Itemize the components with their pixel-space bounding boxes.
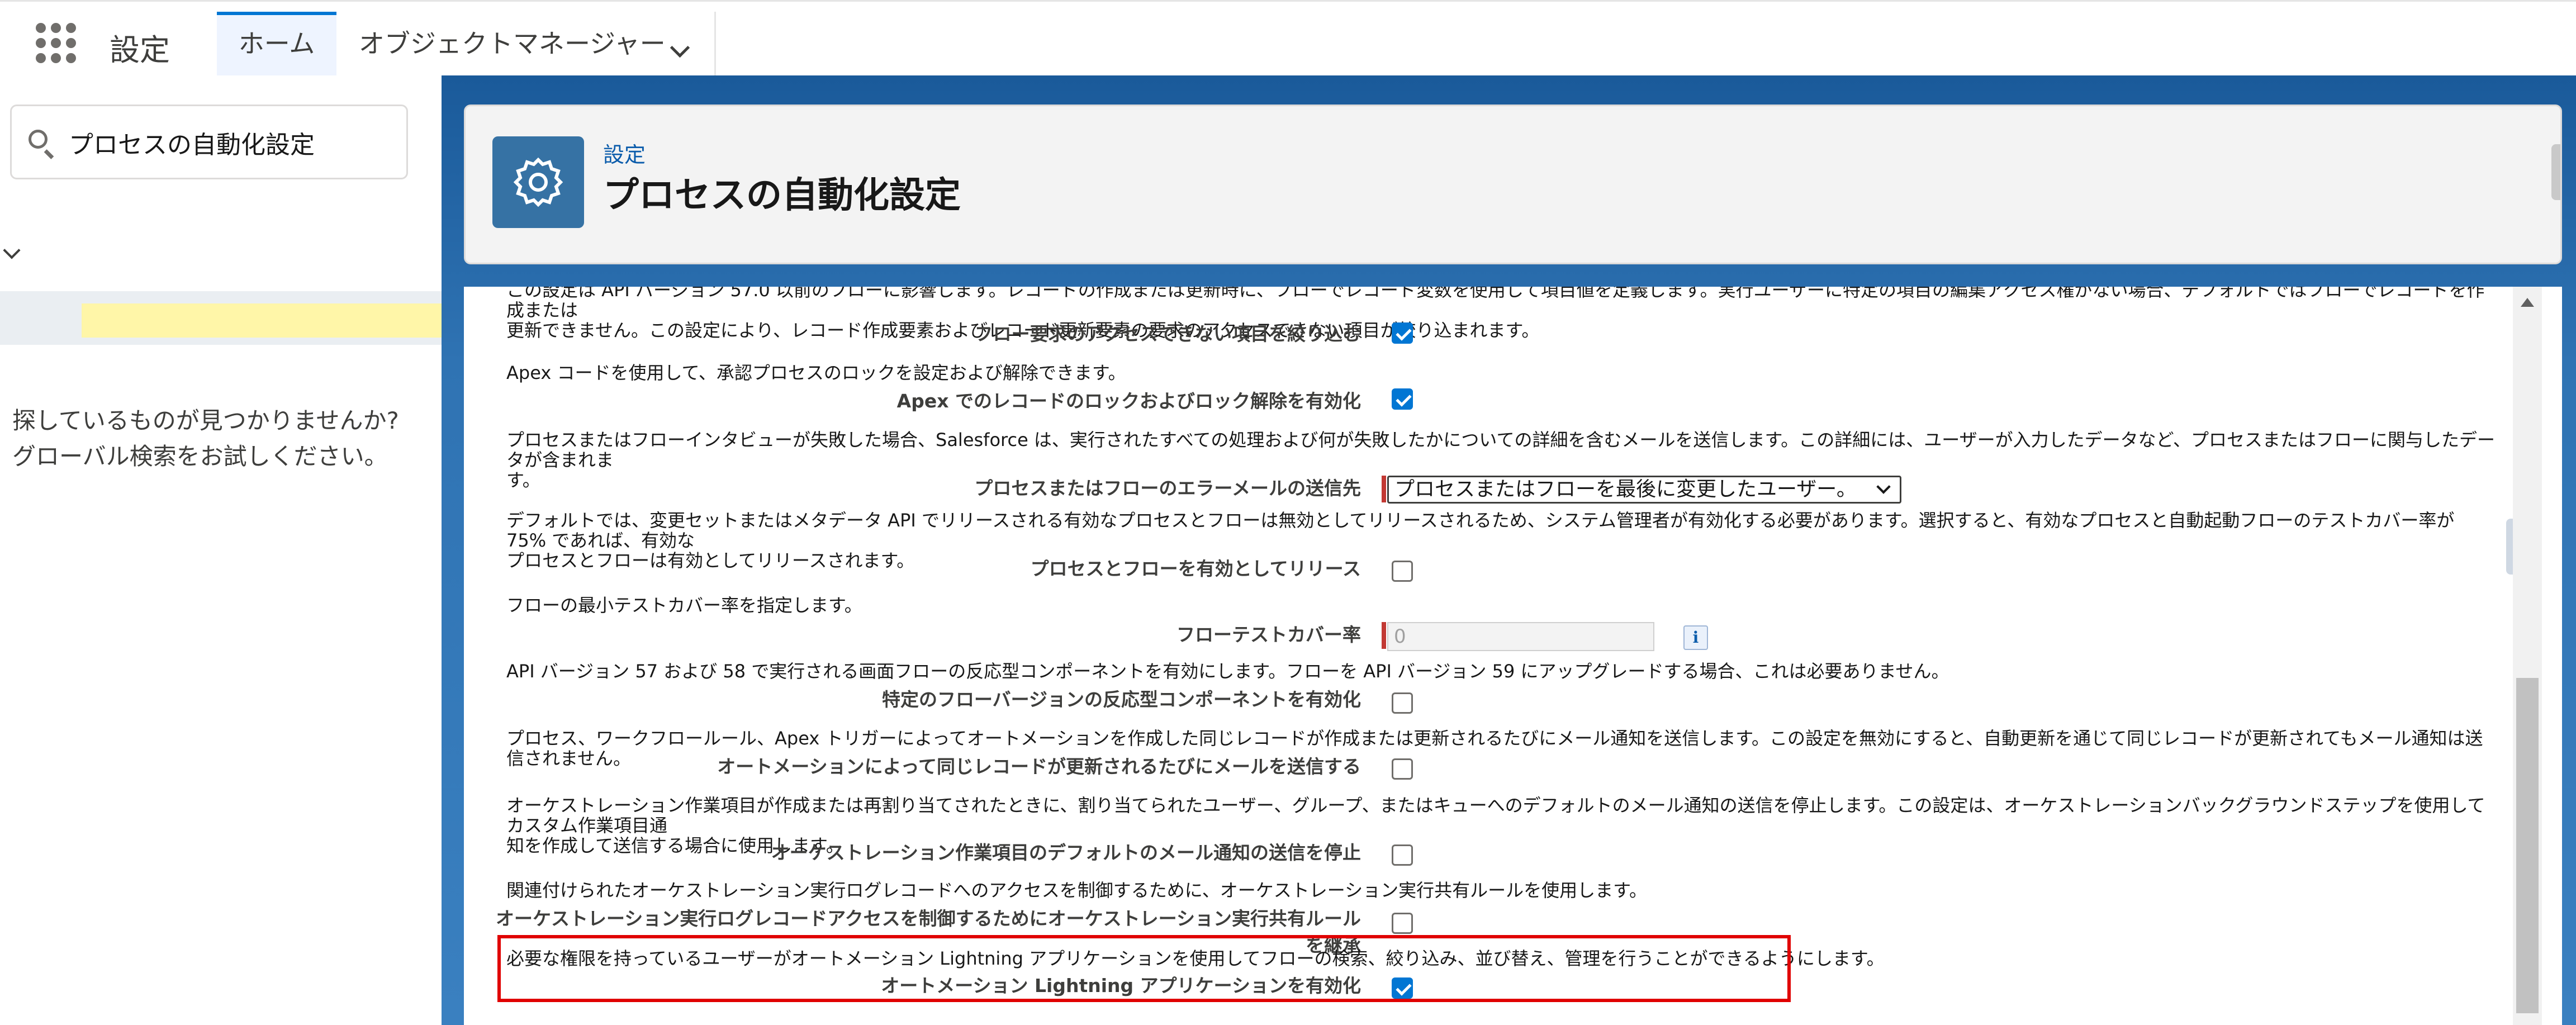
deploy-desc-line-1: デフォルトでは、変更セットまたはメタデータ API でリリースされる有効なプロセ…	[506, 510, 2455, 551]
coverage-input[interactable]: 0	[1387, 622, 1654, 651]
scroll-up-arrow[interactable]	[2521, 298, 2534, 307]
orch-desc-line-1: オーケストレーション作業項目が作成または再割り当てされたときに、割り当てられたユ…	[506, 795, 2485, 836]
email-same-record-checkbox[interactable]	[1392, 758, 1413, 780]
tab-object-manager[interactable]: オブジェクトマネージャー	[339, 12, 713, 75]
restrict-fields-label: フロー要求のアクセスできない項目を絞り込む	[974, 323, 1361, 345]
orchestration-label: オーケストレーション作業項目のデフォルトのメール通知の送信を停止	[771, 842, 1361, 863]
app-name: 設定	[110, 32, 170, 68]
share-rule-description: 関連付けられたオーケストレーション実行ログレコードへのアクセスを制御するために、…	[506, 880, 1647, 901]
page-header: 設定 プロセスの自動化設定	[464, 105, 2562, 264]
settings-panel: この設定は API バージョン 57.0 以前のフローに影響します。レコードの作…	[486, 287, 2509, 1025]
coverage-label: フローテストカバー率	[1176, 624, 1361, 646]
settings-content: この設定は API バージョン 57.0 以前のフローに影響します。レコードの作…	[464, 287, 2562, 1025]
error-email-recipient-select[interactable]: プロセスまたはフローを最後に変更したユーザー。	[1387, 476, 1901, 504]
required-indicator	[1382, 476, 1386, 502]
error-desc-line-1: プロセスまたはフローインタビューが失敗した場合、Salesforce は、実行さ…	[506, 429, 2496, 471]
setup-sidebar: プロセスの自動化 プロセスの自動化設定 探しているものが見つかりませんか? グロ…	[0, 75, 956, 1025]
page-title: プロセスの自動化設定	[603, 175, 961, 216]
chevron-down-icon	[1876, 480, 1891, 494]
chevron-down-icon[interactable]	[3, 241, 21, 259]
setup-gear-icon	[492, 136, 584, 228]
tree-section-process-automation[interactable]: プロセスの自動化	[0, 238, 912, 271]
info-icon[interactable]: i	[1683, 625, 1708, 650]
tree-item-process-automation-settings[interactable]: プロセスの自動化設定	[0, 291, 956, 345]
reactive-checkbox[interactable]	[1392, 692, 1413, 714]
required-indicator	[1382, 622, 1386, 649]
deploy-active-label: プロセスとフローを有効としてリリース	[1030, 558, 1361, 580]
side-panel-tab[interactable]	[2551, 144, 2560, 200]
error-email-select-value: プロセスまたはフローを最後に変更したユーザー。	[1394, 478, 1857, 501]
main-area: 設定 プロセスの自動化設定 この設定は API バージョン 57.0 以前のフロ…	[442, 75, 2576, 1025]
search-icon	[29, 130, 48, 149]
not-found-line-1: 探しているものが見つかりませんか?	[12, 407, 399, 434]
quick-find-box[interactable]	[10, 105, 408, 179]
reactive-label: 特定のフローバージョンの反応型コンポーネントを有効化	[881, 689, 1361, 710]
error-email-label: プロセスまたはフローのエラーメールの送信先	[974, 477, 1361, 499]
restrict-fields-checkbox[interactable]	[1392, 322, 1413, 344]
apex-lock-label: Apex でのレコードのロックおよびロック解除を有効化	[896, 390, 1361, 412]
quick-find-input[interactable]	[68, 122, 394, 163]
coverage-description: フローの最小テストカバー率を指定します。	[506, 595, 862, 616]
orchestration-checkbox[interactable]	[1392, 844, 1413, 866]
global-header: 設定 ホーム オブジェクトマネージャー	[0, 0, 2576, 75]
share-rule-checkbox[interactable]	[1392, 913, 1413, 934]
deploy-active-checkbox[interactable]	[1392, 561, 1413, 582]
not-found-line-2: グローバル検索をお試しください。	[12, 443, 388, 470]
highlight-box	[497, 935, 1791, 1002]
apex-lock-checkbox[interactable]	[1392, 388, 1413, 410]
not-found-message: 探しているものが見つかりませんか? グローバル検索をお試しください。	[12, 403, 399, 474]
nav-divider	[714, 12, 716, 75]
reactive-description: API バージョン 57 および 58 で実行される画面フローの反応型コンポーネ…	[506, 661, 1949, 682]
app-launcher-icon[interactable]	[36, 23, 76, 63]
apex-description: Apex コードを使用して、承認プロセスのロックを設定および解除できます。	[506, 362, 1126, 383]
tab-home[interactable]: ホーム	[217, 12, 336, 75]
scroll-thumb[interactable]	[2516, 678, 2539, 1013]
chevron-down-icon[interactable]	[670, 37, 690, 58]
tab-object-manager-label: オブジェクトマネージャー	[359, 29, 666, 59]
breadcrumb[interactable]: 設定	[603, 137, 646, 168]
intro-line-1: この設定は API バージョン 57.0 以前のフローに影響します。レコードの作…	[506, 287, 2485, 321]
email-same-record-label: オートメーションによって同じレコードが更新されるたびにメールを送信する	[717, 756, 1361, 777]
scrollbar[interactable]	[2513, 287, 2542, 1025]
